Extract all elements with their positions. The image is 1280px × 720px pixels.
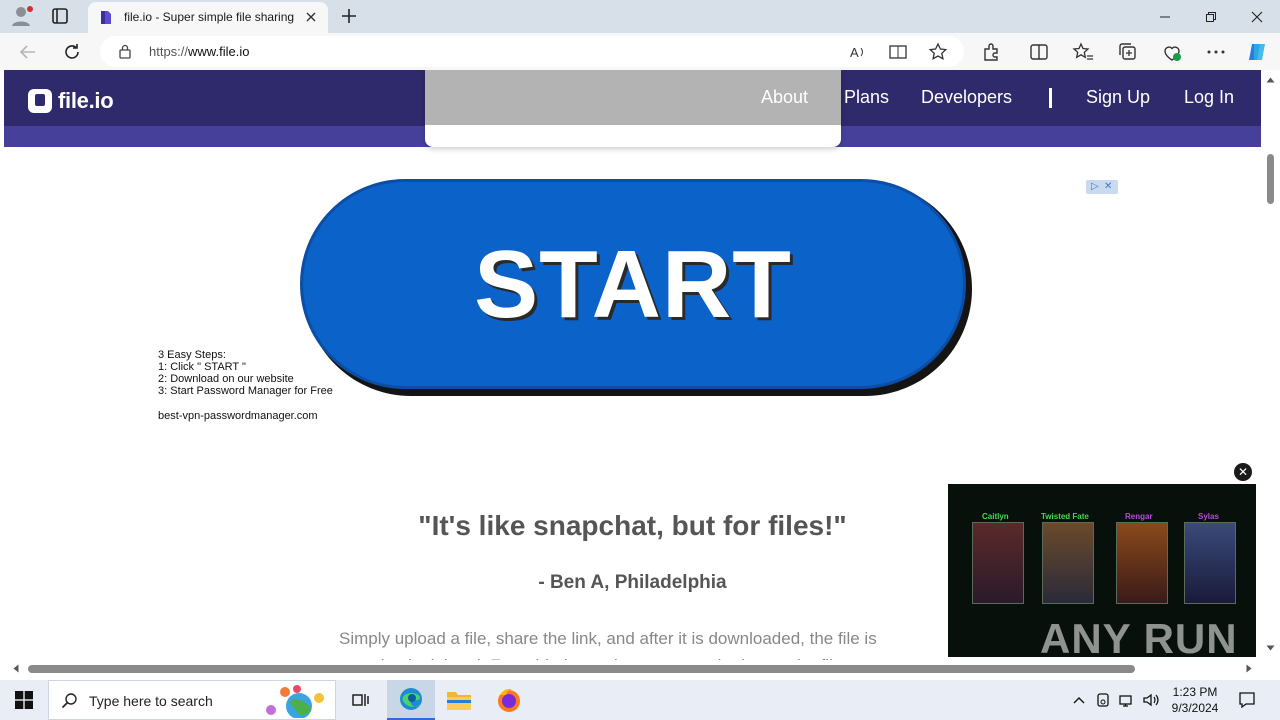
nav-developers[interactable]: Developers xyxy=(921,87,1012,108)
windows-logo-icon xyxy=(15,691,33,709)
restore-button[interactable] xyxy=(1188,0,1234,33)
champion-card xyxy=(1116,522,1168,604)
url-host: www.file.io xyxy=(188,44,250,59)
volume-icon[interactable] xyxy=(1142,691,1160,709)
read-aloud-icon[interactable]: A xyxy=(848,42,868,62)
nav-log-in[interactable]: Log In xyxy=(1184,87,1234,108)
nav-dropdown-panel xyxy=(425,70,841,147)
scroll-right-arrow-icon[interactable] xyxy=(1246,664,1253,673)
champion-name: Rengar xyxy=(1125,512,1153,521)
close-window-button[interactable] xyxy=(1234,0,1280,33)
nav-about[interactable]: About xyxy=(761,87,808,108)
champion-card xyxy=(1184,522,1236,604)
back-button[interactable] xyxy=(16,40,40,64)
favorites-icon[interactable] xyxy=(1072,41,1094,63)
scroll-up-arrow-icon[interactable] xyxy=(1266,76,1275,83)
site-header: file.io About Plans Developers Sign Up L… xyxy=(4,70,1261,147)
collections-icon[interactable] xyxy=(1117,41,1139,63)
search-highlight-globe-icon xyxy=(266,685,324,718)
site-logo[interactable]: file.io xyxy=(28,88,114,114)
more-options-icon[interactable] xyxy=(1205,41,1227,63)
vertical-scrollbar[interactable] xyxy=(1261,70,1280,660)
start-button[interactable] xyxy=(0,680,48,720)
notifications-icon[interactable] xyxy=(1238,691,1256,709)
url-scheme: https:// xyxy=(149,44,189,59)
scroll-left-arrow-icon[interactable] xyxy=(12,664,19,673)
clock-date: 9/3/2024 xyxy=(1171,701,1219,715)
ad-steps: 3 Easy Steps: 1: Click " START " 2: Down… xyxy=(158,349,333,397)
champion-name: Sylas xyxy=(1198,512,1219,521)
nav-sign-up[interactable]: Sign Up xyxy=(1086,87,1150,108)
ad-domain[interactable]: best-vpn-passwordmanager.com xyxy=(158,410,318,422)
svg-text:A: A xyxy=(850,45,859,60)
immersive-reader-icon[interactable] xyxy=(888,42,908,62)
tab-actions-icon[interactable] xyxy=(50,6,70,26)
vertical-scroll-thumb[interactable] xyxy=(1267,154,1274,204)
taskbar-firefox[interactable] xyxy=(485,680,533,720)
device-tray-icon[interactable] xyxy=(1094,691,1112,709)
description-text: Simply upload a file, share the link, an… xyxy=(339,629,877,660)
ad-step-line: 3: Start Password Manager for Free xyxy=(158,385,333,397)
ad-close-icon[interactable]: ✕ xyxy=(1104,181,1112,192)
close-icon xyxy=(1251,11,1263,22)
network-icon[interactable] xyxy=(1118,691,1136,709)
ad-step-line: 3 Easy Steps: xyxy=(158,349,226,361)
ad-step-line: 1: Click " START " xyxy=(158,361,246,373)
ad-start-label[interactable]: START xyxy=(300,230,966,340)
logo-text: file.io xyxy=(58,88,114,113)
file-io-logo-icon xyxy=(28,89,52,113)
new-tab-icon[interactable] xyxy=(338,5,360,27)
champion-name: Twisted Fate xyxy=(1041,512,1089,521)
champion-card xyxy=(1042,522,1094,604)
scroll-down-arrow-icon[interactable] xyxy=(1266,645,1275,652)
taskbar-edge[interactable] xyxy=(387,680,435,720)
champion-name: Caitlyn xyxy=(982,512,1009,521)
file-io-favicon-icon xyxy=(101,11,111,24)
ad-choices-badge[interactable]: ▷ ✕ xyxy=(1086,180,1118,194)
ad-step-line: 2: Download on our website xyxy=(158,373,294,385)
profile-icon[interactable] xyxy=(10,5,34,27)
taskbar-search-box[interactable]: Type here to search xyxy=(48,680,336,720)
search-icon xyxy=(61,693,77,709)
back-arrow-icon xyxy=(19,45,35,59)
nav-divider xyxy=(1049,88,1052,108)
restore-icon xyxy=(1206,11,1216,22)
refresh-button[interactable] xyxy=(60,40,84,64)
extensions-icon[interactable] xyxy=(980,41,1002,63)
task-view-icon xyxy=(352,694,369,706)
tab-title: file.io - Super simple file sharing xyxy=(124,10,295,24)
search-placeholder: Type here to search xyxy=(89,693,213,709)
url-text[interactable]: https://www.file.io xyxy=(149,44,249,59)
taskbar-file-explorer[interactable] xyxy=(435,680,483,720)
task-view-button[interactable] xyxy=(336,680,384,720)
horizontal-scroll-thumb[interactable] xyxy=(28,665,1135,673)
browser-tab-strip: file.io - Super simple file sharing xyxy=(0,0,1280,33)
edge-icon xyxy=(400,688,422,710)
refresh-icon xyxy=(65,44,79,59)
show-hidden-icons-icon[interactable] xyxy=(1070,691,1088,709)
active-tab[interactable]: file.io - Super simple file sharing xyxy=(88,2,328,33)
video-close-button[interactable]: ✕ xyxy=(1234,463,1252,481)
nav-plans[interactable]: Plans xyxy=(844,87,889,108)
champion-card xyxy=(972,522,1024,604)
browser-toolbar: https://www.file.io A xyxy=(0,33,1280,70)
minimize-button[interactable] xyxy=(1142,0,1188,33)
horizontal-scrollbar[interactable] xyxy=(4,660,1261,680)
tab-close-icon[interactable] xyxy=(304,10,318,24)
page-viewport: file.io About Plans Developers Sign Up L… xyxy=(4,70,1261,660)
windows-taskbar: Type here to search 1:23 PM 9/3/2024 xyxy=(0,680,1280,720)
ad-info-icon[interactable]: ▷ xyxy=(1091,181,1099,192)
favorite-star-icon[interactable] xyxy=(928,42,948,62)
anyrun-watermark: ANY RUN xyxy=(1040,615,1238,660)
clock-time: 1:23 PM xyxy=(1172,685,1218,699)
copilot-icon[interactable] xyxy=(1246,41,1268,63)
browser-essentials-icon[interactable] xyxy=(1161,41,1183,63)
taskbar-clock[interactable]: 1:23 PM 9/3/2024 xyxy=(1166,684,1224,716)
folder-icon xyxy=(447,692,471,710)
split-screen-icon[interactable] xyxy=(1028,41,1050,63)
lock-icon[interactable] xyxy=(118,44,132,59)
firefox-icon xyxy=(498,688,520,712)
minimize-icon xyxy=(1160,16,1170,17)
address-bar[interactable]: https://www.file.io A xyxy=(100,36,964,67)
